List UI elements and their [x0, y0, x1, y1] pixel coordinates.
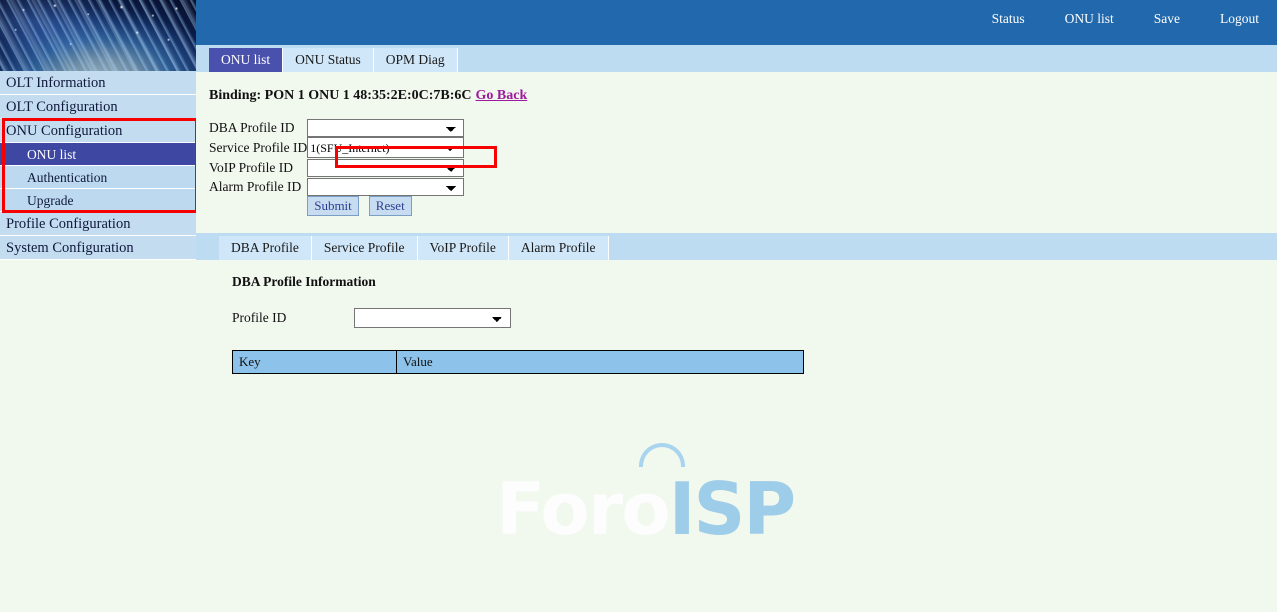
- sidebar-item-authentication[interactable]: Authentication: [0, 166, 197, 189]
- profile-details-pane: DBA Profile Service Profile VoIP Profile…: [196, 233, 1277, 374]
- watermark-text: ForoISP: [496, 473, 794, 545]
- profile-id-row: Profile ID: [232, 308, 1277, 328]
- field-service-profile-id: 1(SFU_Internet): [307, 137, 464, 158]
- watermark-signal-arc-icon: [639, 443, 685, 467]
- label-service-profile-id: Service Profile ID: [209, 137, 307, 158]
- main-tab-strip: ONU list ONU Status OPM Diag: [196, 45, 1277, 72]
- topnav-save[interactable]: Save: [1154, 11, 1180, 27]
- sidebar-item-olt-configuration[interactable]: OLT Configuration: [0, 95, 197, 119]
- field-dba-profile-id: [307, 118, 464, 137]
- label-dba-profile-id: DBA Profile ID: [209, 118, 307, 137]
- label-voip-profile-id: VoIP Profile ID: [209, 158, 307, 177]
- foroisp-watermark: ForoISP: [496, 443, 796, 563]
- dba-profile-id-select[interactable]: [307, 119, 464, 137]
- form-row-voip-profile: VoIP Profile ID: [209, 158, 464, 177]
- voip-profile-id-select[interactable]: [307, 159, 464, 177]
- table-header-row: Key Value: [233, 351, 804, 374]
- sidebar-item-olt-information[interactable]: OLT Information: [0, 71, 197, 95]
- tab-onu-status[interactable]: ONU Status: [283, 48, 374, 72]
- watermark-isp: ISP: [669, 467, 794, 551]
- tab-opm-diag[interactable]: OPM Diag: [374, 48, 458, 72]
- key-value-table: Key Value: [232, 350, 804, 374]
- form-row-dba-profile: DBA Profile ID: [209, 118, 464, 137]
- label-alarm-profile-id: Alarm Profile ID: [209, 177, 307, 196]
- sidebar-item-onu-list[interactable]: ONU list: [0, 143, 197, 166]
- top-navigation: Status ONU list Save Logout: [992, 11, 1259, 27]
- profile-tab-strip: DBA Profile Service Profile VoIP Profile…: [196, 233, 1277, 260]
- sidebar-item-upgrade[interactable]: Upgrade: [0, 189, 197, 212]
- profile-info-title: DBA Profile Information: [232, 274, 1277, 290]
- binding-text: Binding: PON 1 ONU 1 48:35:2E:0C:7B:6C: [209, 88, 472, 103]
- banner-light-dots: [0, 0, 196, 71]
- sidebar-item-onu-configuration[interactable]: ONU Configuration: [0, 119, 197, 143]
- profile-form-table: DBA Profile ID Service Profile ID 1(SFU_…: [209, 118, 464, 216]
- sidebar-item-system-configuration[interactable]: System Configuration: [0, 236, 197, 260]
- form-row-buttons: Submit Reset: [209, 196, 464, 216]
- topnav-status[interactable]: Status: [992, 11, 1025, 27]
- profile-id-select[interactable]: [354, 308, 511, 328]
- label-profile-id: Profile ID: [232, 310, 354, 326]
- reset-button[interactable]: Reset: [369, 196, 412, 216]
- watermark-foro: Foro: [496, 467, 669, 551]
- tab-onu-list[interactable]: ONU list: [209, 48, 283, 72]
- form-buttons-cell: Submit Reset: [307, 196, 464, 216]
- form-row-alarm-profile: Alarm Profile ID: [209, 177, 464, 196]
- topnav-logout[interactable]: Logout: [1220, 11, 1259, 27]
- sidebar-navigation: OLT Information OLT Configuration ONU Co…: [0, 71, 197, 260]
- service-profile-id-select[interactable]: 1(SFU_Internet): [307, 137, 464, 158]
- tab-service-profile[interactable]: Service Profile: [312, 236, 418, 260]
- submit-button[interactable]: Submit: [307, 196, 359, 216]
- alarm-profile-id-select[interactable]: [307, 178, 464, 196]
- go-back-link[interactable]: Go Back: [476, 88, 528, 103]
- key-value-table-head: Key Value: [233, 351, 804, 374]
- field-voip-profile-id: [307, 158, 464, 177]
- profile-details-body: DBA Profile Information Profile ID Key V…: [196, 260, 1277, 374]
- page-root: Status ONU list Save Logout OLT Informat…: [0, 0, 1277, 612]
- tab-alarm-profile[interactable]: Alarm Profile: [509, 236, 609, 260]
- profile-binding-form: DBA Profile ID Service Profile ID 1(SFU_…: [209, 118, 1277, 216]
- tab-dba-profile[interactable]: DBA Profile: [219, 236, 312, 260]
- topnav-onu-list[interactable]: ONU list: [1065, 11, 1114, 27]
- logo-banner-image: [0, 0, 196, 71]
- binding-info-line: Binding: PON 1 ONU 1 48:35:2E:0C:7B:6C Go…: [209, 88, 1277, 104]
- form-row-service-profile: Service Profile ID 1(SFU_Internet): [209, 137, 464, 158]
- top-header-bar: Status ONU list Save Logout: [196, 0, 1277, 45]
- column-header-key: Key: [233, 351, 397, 374]
- column-header-value: Value: [397, 351, 804, 374]
- field-alarm-profile-id: [307, 177, 464, 196]
- form-buttons-spacer: [209, 196, 307, 216]
- tab-voip-profile[interactable]: VoIP Profile: [418, 236, 509, 260]
- sidebar-item-profile-configuration[interactable]: Profile Configuration: [0, 212, 197, 236]
- main-content: ONU list ONU Status OPM Diag Binding: PO…: [196, 45, 1277, 612]
